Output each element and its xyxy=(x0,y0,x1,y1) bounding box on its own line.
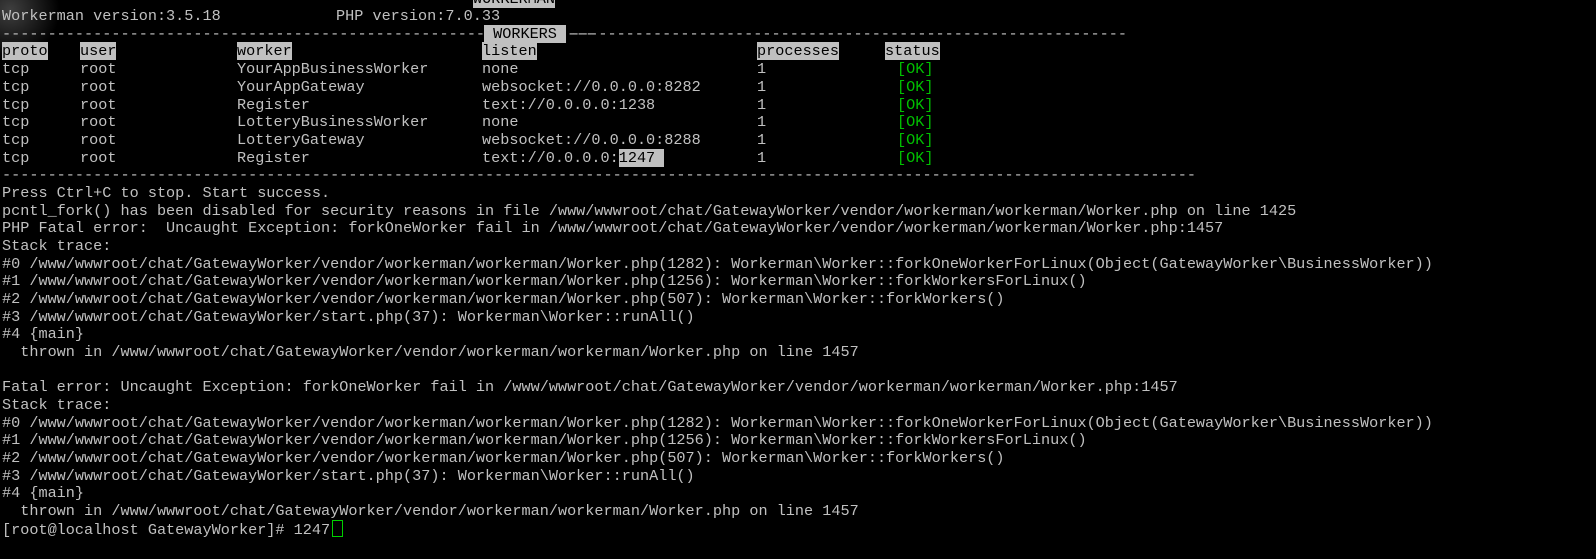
prompt-text: [root@localhost GatewayWorker]# xyxy=(2,521,294,539)
row-worker: LotteryGateway xyxy=(237,131,365,149)
row-processes: 1 xyxy=(757,113,767,131)
row-processes: 1 xyxy=(757,60,767,78)
row-listen: text://0.0.0.0:1247 xyxy=(482,149,665,167)
workers-title: WORKERS xyxy=(484,25,567,43)
row-listen: none xyxy=(482,113,519,131)
column-header-processes: processes xyxy=(757,42,840,60)
output-line: Fatal error: Uncaught Exception: forkOne… xyxy=(2,378,1178,396)
column-header-status: status xyxy=(885,42,940,60)
output-line: #1 /www/wwwroot/chat/GatewayWorker/vendo… xyxy=(2,431,1087,449)
output-line: #3 /www/wwwroot/chat/GatewayWorker/start… xyxy=(2,308,695,326)
row-user: root xyxy=(80,78,117,96)
output-line: Stack trace: xyxy=(2,396,112,414)
row-proto: tcp xyxy=(2,113,30,131)
output-line: thrown in /www/wwwroot/chat/GatewayWorke… xyxy=(2,502,859,520)
output-line: #1 /www/wwwroot/chat/GatewayWorker/vendo… xyxy=(2,272,1087,290)
listen-prefix: text://0.0.0.0: xyxy=(482,149,619,167)
shell-prompt[interactable]: [root@localhost GatewayWorker]# 1247 xyxy=(2,520,344,539)
output-line: Stack trace: xyxy=(2,237,112,255)
row-proto: tcp xyxy=(2,78,30,96)
row-status: [OK] xyxy=(897,78,934,96)
row-status: [OK] xyxy=(897,113,934,131)
output-line: #4 {main} xyxy=(2,325,85,343)
row-status: [OK] xyxy=(897,131,934,149)
row-processes: 1 xyxy=(757,149,767,167)
row-status: [OK] xyxy=(897,96,934,114)
row-proto: tcp xyxy=(2,149,30,167)
column-header-listen: listen xyxy=(482,42,537,60)
row-processes: 1 xyxy=(757,78,767,96)
output-line: PHP Fatal error: Uncaught Exception: for… xyxy=(2,219,1224,237)
row-user: root xyxy=(80,131,117,149)
workerman-version: Workerman version:3.5.18 xyxy=(2,7,221,25)
row-worker: Register xyxy=(237,96,310,114)
terminal-window[interactable]: WORKERMAN Workerman version:3.5.18 PHP v… xyxy=(0,0,1596,559)
output-line: #2 /www/wwwroot/chat/GatewayWorker/vendo… xyxy=(2,290,1005,308)
row-user: root xyxy=(80,96,117,114)
workers-divider-right: ----------------------------------------… xyxy=(571,25,1127,43)
output-line: #0 /www/wwwroot/chat/GatewayWorker/vendo… xyxy=(2,255,1433,273)
row-user: root xyxy=(80,149,117,167)
column-header-worker: worker xyxy=(237,42,292,60)
row-proto: tcp xyxy=(2,60,30,78)
row-worker: LotteryBusinessWorker xyxy=(237,113,429,131)
output-line: #0 /www/wwwroot/chat/GatewayWorker/vendo… xyxy=(2,414,1433,432)
command-input[interactable]: 1247 xyxy=(294,521,330,539)
output-line: #4 {main} xyxy=(2,484,85,502)
cursor-icon xyxy=(332,520,344,537)
row-listen: websocket://0.0.0.0:8282 xyxy=(482,78,701,96)
selected-text[interactable]: 1247 xyxy=(618,149,665,167)
row-listen: none xyxy=(482,60,519,78)
row-user: root xyxy=(80,113,117,131)
output-line: Press Ctrl+C to stop. Start success. xyxy=(2,184,331,202)
column-header-proto: proto xyxy=(2,42,48,60)
row-proto: tcp xyxy=(2,131,30,149)
output-line: #2 /www/wwwroot/chat/GatewayWorker/vendo… xyxy=(2,449,1005,467)
row-processes: 1 xyxy=(757,131,767,149)
row-listen: text://0.0.0.0:1238 xyxy=(482,96,656,114)
table-bottom-divider: ----------------------------------------… xyxy=(2,166,1196,184)
row-listen: websocket://0.0.0.0:8288 xyxy=(482,131,701,149)
row-user: root xyxy=(80,60,117,78)
row-processes: 1 xyxy=(757,96,767,114)
row-status: [OK] xyxy=(897,149,934,167)
output-line: pcntl_fork() has been disabled for secur… xyxy=(2,202,1297,220)
output-line: thrown in /www/wwwroot/chat/GatewayWorke… xyxy=(2,343,859,361)
row-worker: Register xyxy=(237,149,310,167)
row-worker: YourAppGateway xyxy=(237,78,365,96)
php-version: PHP version:7.0.33 xyxy=(336,7,501,25)
row-proto: tcp xyxy=(2,96,30,114)
row-status: [OK] xyxy=(897,60,934,78)
output-line: #3 /www/wwwroot/chat/GatewayWorker/start… xyxy=(2,467,695,485)
row-worker: YourAppBusinessWorker xyxy=(237,60,429,78)
column-header-user: user xyxy=(80,42,117,60)
